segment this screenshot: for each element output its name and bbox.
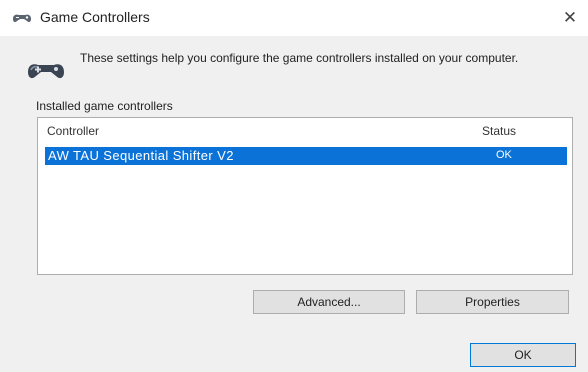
list-item[interactable]: AW TAU Sequential Shifter V2 OK <box>45 147 567 165</box>
close-icon: ✕ <box>562 8 578 27</box>
controller-name: AW TAU Sequential Shifter V2 <box>48 148 234 163</box>
column-header-controller[interactable]: Controller <box>47 124 99 138</box>
gamepad-icon <box>13 14 31 23</box>
gamepad-icon <box>28 64 64 79</box>
advanced-button[interactable]: Advanced... <box>253 290 405 314</box>
installed-controllers-label: Installed game controllers <box>36 99 173 113</box>
controller-status: OK <box>496 149 512 161</box>
column-header-status[interactable]: Status <box>482 124 516 138</box>
list-header: Controller Status <box>38 118 572 140</box>
description-text: These settings help you configure the ga… <box>80 51 519 65</box>
ok-button[interactable]: OK <box>470 343 576 367</box>
window-title: Game Controllers <box>40 9 150 25</box>
properties-button[interactable]: Properties <box>416 290 569 314</box>
title-bar[interactable]: Game Controllers ✕ <box>0 0 588 36</box>
close-button[interactable]: ✕ <box>558 6 582 30</box>
controllers-list[interactable]: Controller Status AW TAU Sequential Shif… <box>37 117 573 275</box>
game-controllers-window: Game Controllers ✕ These settings help y… <box>0 0 588 372</box>
